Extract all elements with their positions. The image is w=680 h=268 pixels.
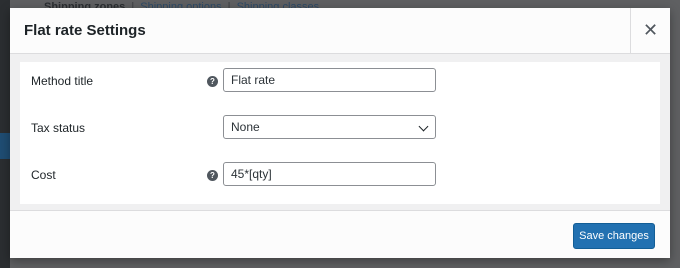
modal-body: Method title ? Flat rate Tax status None… [10,54,670,210]
modal-title: Flat rate Settings [24,22,146,39]
cost-label: Cost [31,168,56,182]
tax-status-select[interactable]: None [223,115,436,139]
modal-header: Flat rate Settings ✕ [10,8,670,54]
flat-rate-settings-modal: Flat rate Settings ✕ Method title ? Flat… [10,8,670,258]
tax-status-label: Tax status [31,121,86,135]
modal-footer: Save changes [10,210,670,258]
tax-status-row: Tax status None [20,109,660,149]
chevron-down-icon [418,121,429,132]
close-icon: ✕ [642,20,659,40]
help-icon[interactable]: ? [207,76,218,87]
method-title-label: Method title [31,74,94,88]
admin-sidebar [0,0,10,268]
save-changes-button[interactable]: Save changes [573,223,655,249]
help-icon[interactable]: ? [207,170,218,181]
admin-sidebar-active-item [0,133,10,159]
cost-row: Cost ? 45*[qty] [20,156,660,196]
close-button[interactable]: ✕ [630,8,670,53]
method-title-row: Method title ? Flat rate [20,62,660,102]
method-title-input[interactable]: Flat rate [223,68,436,92]
tax-status-selected-value: None [231,120,260,134]
cost-input[interactable]: 45*[qty] [223,162,436,186]
settings-form: Method title ? Flat rate Tax status None… [20,62,660,204]
